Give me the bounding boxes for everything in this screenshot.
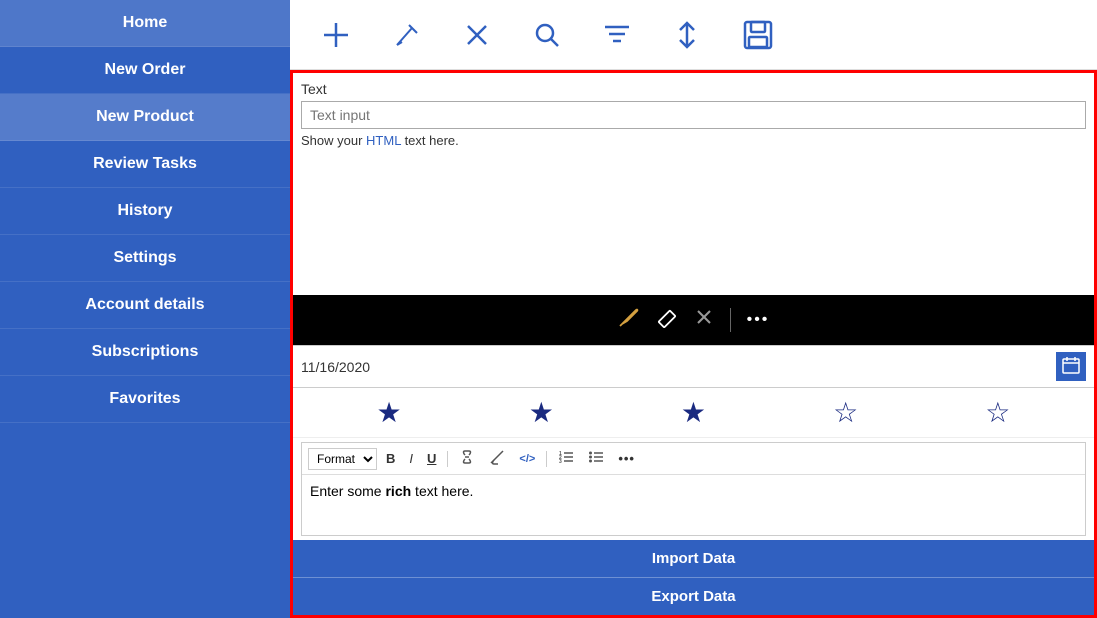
star-1[interactable]: ★ [377, 396, 402, 429]
sidebar-item-history[interactable]: History [0, 188, 290, 235]
text-field-section: Text [293, 73, 1094, 131]
svg-text:3: 3 [559, 459, 562, 464]
close-icon[interactable] [462, 20, 492, 50]
drawing-toolbar: ••• [293, 295, 1094, 345]
save-icon[interactable] [742, 19, 774, 51]
calendar-icon[interactable] [1056, 352, 1086, 381]
html-preview-prefix: Show your [301, 133, 366, 148]
rte-toolbar: Format B I U [302, 443, 1085, 475]
rte-divider-1 [447, 451, 448, 467]
sidebar-item-home[interactable]: Home [0, 0, 290, 47]
underline-button[interactable]: U [422, 449, 441, 468]
sidebar-item-review-tasks[interactable]: Review Tasks [0, 141, 290, 188]
stars-row: ★ ★ ★ ☆ ☆ [293, 388, 1094, 438]
add-icon[interactable] [320, 19, 352, 51]
italic-button[interactable]: I [404, 449, 418, 468]
format-select[interactable]: Format [308, 448, 377, 470]
bottom-buttons: Import Data Export Data [293, 540, 1094, 615]
date-value: 11/16/2020 [301, 359, 1056, 375]
star-5[interactable]: ☆ [985, 396, 1010, 429]
sidebar-item-account-details[interactable]: Account details [0, 282, 290, 329]
filter-icon[interactable] [602, 20, 632, 50]
date-row: 11/16/2020 [293, 345, 1094, 388]
sidebar: Home New Order New Product Review Tasks … [0, 0, 290, 618]
text-input[interactable] [301, 101, 1086, 129]
sidebar-item-new-product[interactable]: New Product [0, 94, 290, 141]
content-area: Text Show your HTML text here. [290, 70, 1097, 618]
star-3[interactable]: ★ [681, 396, 706, 429]
unlink-button[interactable] [484, 447, 510, 470]
middle-whitespace [293, 152, 1094, 295]
html-preview: Show your HTML text here. [293, 131, 1094, 152]
sidebar-item-new-order[interactable]: New Order [0, 47, 290, 94]
bold-button[interactable]: B [381, 449, 400, 468]
html-preview-suffix: text here. [401, 133, 459, 148]
rich-text-editor: Format B I U [301, 442, 1086, 536]
pen-icon[interactable] [618, 306, 640, 334]
import-button[interactable]: Import Data [293, 540, 1094, 578]
sidebar-item-settings[interactable]: Settings [0, 235, 290, 282]
star-2[interactable]: ★ [529, 396, 554, 429]
export-button[interactable]: Export Data [293, 578, 1094, 615]
main-area: Text Show your HTML text here. [290, 0, 1097, 618]
rte-content[interactable]: Enter some rich text here. [302, 475, 1085, 535]
toolbar-divider [730, 308, 731, 332]
x-icon[interactable] [694, 307, 714, 333]
html-link[interactable]: HTML [366, 133, 401, 148]
sidebar-item-favorites[interactable]: Favorites [0, 376, 290, 423]
toolbar [290, 0, 1097, 70]
rte-rich-word: rich [385, 483, 411, 499]
link-button[interactable] [454, 447, 480, 470]
edit-icon[interactable] [392, 20, 422, 50]
more-button[interactable]: ••• [613, 449, 640, 468]
ordered-list-button[interactable]: 1 2 3 [553, 448, 579, 469]
search-icon[interactable] [532, 20, 562, 50]
sidebar-item-subscriptions[interactable]: Subscriptions [0, 329, 290, 376]
eraser-icon[interactable] [656, 306, 678, 334]
rte-divider-2 [546, 451, 547, 467]
source-button[interactable]: </> [514, 451, 540, 467]
unordered-list-button[interactable] [583, 448, 609, 469]
text-field-label: Text [301, 81, 1086, 97]
star-4[interactable]: ☆ [833, 396, 858, 429]
sort-icon[interactable] [672, 20, 702, 50]
more-icon[interactable]: ••• [747, 311, 770, 329]
